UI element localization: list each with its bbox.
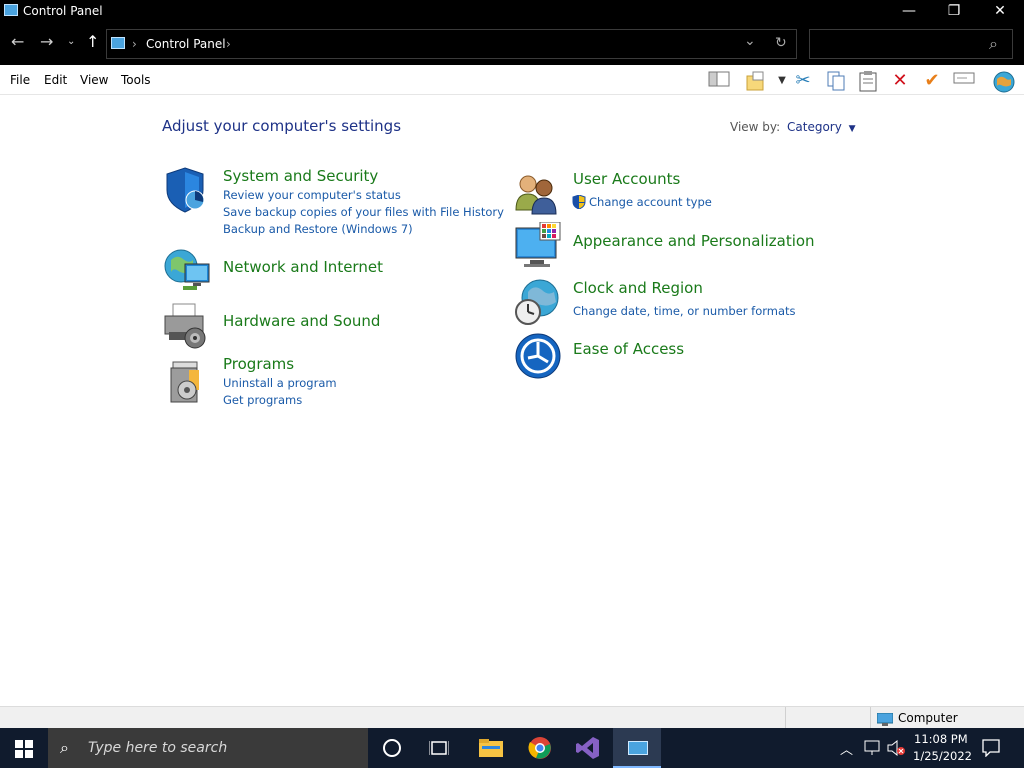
- minimize-button[interactable]: —: [886, 0, 932, 23]
- taskbar: ⌕ Type here to search ︿ 11:08 PM 1/25/20…: [0, 728, 1024, 768]
- network-globe-icon[interactable]: [163, 246, 211, 294]
- status-divider: [785, 707, 786, 729]
- dropdown-chevron-icon[interactable]: ▼: [771, 70, 793, 92]
- chrome-icon[interactable]: [528, 736, 552, 764]
- taskbar-date[interactable]: 1/25/2022: [913, 749, 972, 763]
- cut-icon[interactable]: ✂: [792, 70, 814, 92]
- address-bar[interactable]: › Control Panel › ⌄ ↻: [106, 29, 797, 59]
- task-view-icon[interactable]: [428, 739, 450, 761]
- volume-muted-icon[interactable]: [887, 739, 905, 760]
- breadcrumb-control-panel[interactable]: Control Panel: [146, 37, 226, 51]
- control-panel-icon: [4, 4, 18, 16]
- properties-check-icon[interactable]: ✔: [921, 70, 943, 92]
- taskbar-search-box[interactable]: ⌕ Type here to search: [48, 728, 368, 768]
- maximize-button[interactable]: ❐: [931, 0, 977, 23]
- view-by-dropdown[interactable]: Category ▼: [787, 120, 856, 134]
- navigation-bar: ← → ⌄ ↑ › Control Panel › ⌄ ↻ ⌕: [0, 23, 1024, 65]
- menu-edit[interactable]: Edit: [44, 73, 67, 87]
- link-uninstall-program[interactable]: Uninstall a program: [223, 376, 337, 390]
- recent-locations-chevron-icon[interactable]: ⌄: [67, 36, 75, 47]
- back-arrow-icon[interactable]: ←: [11, 32, 24, 51]
- breadcrumb-chevron[interactable]: ›: [226, 37, 231, 51]
- uac-shield-icon: [572, 194, 586, 210]
- search-input[interactable]: ⌕: [809, 29, 1013, 59]
- view-by-label: View by:: [730, 120, 781, 134]
- window-title: Control Panel: [23, 4, 103, 18]
- category-network-internet[interactable]: Network and Internet: [223, 258, 383, 276]
- globe-icon[interactable]: [992, 70, 1015, 93]
- delete-icon[interactable]: ✕: [889, 70, 911, 92]
- close-button[interactable]: ✕: [977, 0, 1023, 23]
- search-icon: ⌕: [60, 738, 69, 757]
- network-tray-icon[interactable]: [864, 740, 882, 760]
- notifications-icon[interactable]: [982, 739, 1000, 761]
- refresh-icon[interactable]: ↻: [775, 35, 787, 51]
- breadcrumb-separator: ›: [132, 37, 137, 51]
- chevron-down-icon: ▼: [848, 124, 856, 134]
- view-by-value: Category: [787, 120, 842, 134]
- page-title: Adjust your computer's settings: [162, 117, 402, 135]
- windows-start-icon[interactable]: [15, 740, 33, 758]
- link-review-status[interactable]: Review your computer's status: [223, 188, 401, 202]
- clock-region-icon[interactable]: [514, 278, 562, 326]
- taskbar-control-panel-button[interactable]: [613, 728, 661, 768]
- link-change-account-type[interactable]: Change account type: [589, 195, 712, 209]
- link-change-date-formats[interactable]: Change date, time, or number formats: [573, 304, 796, 318]
- copy-icon[interactable]: [825, 70, 847, 92]
- status-bar: Computer: [0, 706, 1024, 729]
- category-hardware-sound[interactable]: Hardware and Sound: [223, 312, 380, 330]
- up-arrow-icon[interactable]: ↑: [86, 32, 99, 51]
- category-programs[interactable]: Programs: [223, 355, 294, 373]
- menu-file[interactable]: File: [10, 73, 30, 87]
- status-divider: [870, 707, 871, 729]
- visual-studio-icon[interactable]: [576, 736, 600, 764]
- hardware-printer-icon[interactable]: [163, 302, 211, 350]
- computer-icon: [876, 711, 894, 726]
- programs-icon[interactable]: [163, 358, 211, 406]
- address-dropdown-icon[interactable]: ⌄: [744, 33, 756, 49]
- preview-pane-icon[interactable]: [708, 70, 730, 92]
- menu-bar: File Edit View Tools ▼ ✂ ✕ ✔: [0, 65, 1024, 95]
- forward-arrow-icon[interactable]: →: [40, 32, 53, 51]
- title-bar: Control Panel — ❐ ✕: [0, 0, 1024, 23]
- taskbar-search-placeholder: Type here to search: [88, 740, 228, 756]
- category-user-accounts[interactable]: User Accounts: [573, 170, 680, 188]
- category-clock-region[interactable]: Clock and Region: [573, 279, 703, 297]
- file-explorer-icon[interactable]: [479, 737, 503, 763]
- control-panel-icon: [111, 37, 125, 49]
- tray-chevron-up-icon[interactable]: ︿: [840, 739, 853, 758]
- category-system-security[interactable]: System and Security: [223, 167, 378, 185]
- rename-icon[interactable]: [953, 70, 975, 92]
- menu-tools[interactable]: Tools: [121, 73, 151, 87]
- appearance-monitor-icon[interactable]: [514, 221, 562, 270]
- control-panel-icon: [628, 741, 648, 755]
- taskbar-time[interactable]: 11:08 PM: [914, 732, 968, 746]
- link-file-history[interactable]: Save backup copies of your files with Fi…: [223, 205, 504, 219]
- paste-icon[interactable]: [857, 70, 879, 92]
- ease-of-access-icon[interactable]: [514, 332, 562, 380]
- search-icon[interactable]: ⌕: [989, 34, 998, 54]
- control-panel-content: Adjust your computer's settings View by:…: [0, 96, 1024, 706]
- system-security-shield-icon[interactable]: [163, 166, 211, 214]
- cortana-icon[interactable]: [383, 739, 401, 757]
- new-folder-icon[interactable]: [745, 70, 767, 92]
- link-backup-restore[interactable]: Backup and Restore (Windows 7): [223, 222, 413, 236]
- menu-view[interactable]: View: [80, 73, 108, 87]
- category-ease-of-access[interactable]: Ease of Access: [573, 340, 684, 358]
- link-get-programs[interactable]: Get programs: [223, 393, 302, 407]
- status-location: Computer: [898, 711, 958, 725]
- user-accounts-icon[interactable]: [514, 170, 562, 218]
- category-appearance-personalization[interactable]: Appearance and Personalization: [573, 232, 815, 250]
